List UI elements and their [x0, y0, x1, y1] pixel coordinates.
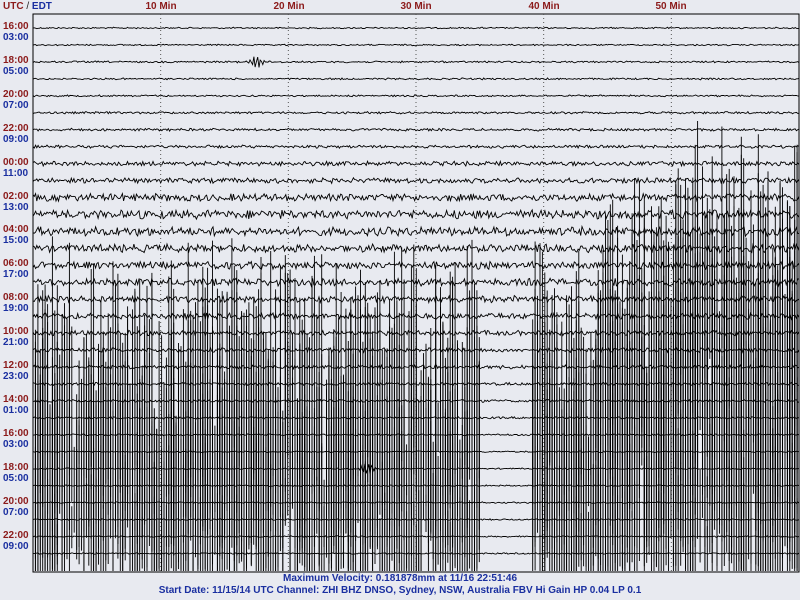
helicorder-frame: UTC / EDT 10 Min 20 Min 30 Min 40 Min 50…: [0, 0, 800, 600]
max-velocity-text: Maximum Velocity: 0.181878mm at 11/16 22…: [282, 573, 518, 584]
utc-hour-label: 16:00: [3, 21, 29, 32]
utc-hour-label: 02:00: [3, 190, 29, 202]
local-hour-label: 17:00: [3, 269, 29, 281]
start-info-text: Start Date: 11/15/14 UTC Channel: ZHI BH…: [158, 585, 642, 596]
minute-label: 20 Min: [273, 1, 305, 12]
local-hour-label: 07:00: [3, 506, 29, 518]
local-hour-label: 09:00: [3, 540, 29, 552]
local-hour-label: 05:00: [3, 472, 29, 484]
seismogram-plot: [32, 13, 800, 573]
local-hour-label: 11:00: [3, 167, 29, 179]
utc-hour-label: 18:00: [3, 54, 29, 66]
utc-hour-label: 14:00: [3, 393, 29, 405]
utc-hour-label: 04:00: [3, 224, 29, 236]
local-hour-label: 03:00: [3, 438, 29, 450]
minute-label: 10 Min: [145, 1, 177, 12]
local-hour-label: 21:00: [3, 337, 29, 349]
utc-hour-label: 00:00: [3, 156, 29, 168]
local-hour-label: 03:00: [3, 32, 29, 43]
utc-hour-label: 22:00: [3, 122, 29, 134]
local-hour-label: 09:00: [3, 133, 29, 145]
utc-hour-label: 18:00: [3, 461, 29, 473]
local-hour-label: 07:00: [3, 99, 29, 111]
local-hour-label: 01:00: [3, 404, 29, 416]
utc-hour-label: 06:00: [3, 258, 29, 270]
minute-label: 50 Min: [655, 1, 687, 12]
local-hour-label: 05:00: [3, 65, 29, 77]
local-hour-label: 19:00: [3, 303, 29, 315]
local-hour-label: 15:00: [3, 235, 29, 247]
utc-header: UTC: [3, 1, 24, 12]
utc-hour-label: 16:00: [3, 427, 29, 439]
local-hour-label: 23:00: [3, 371, 29, 382]
minute-label: 30 Min: [400, 1, 432, 12]
time-header: UTC / EDT: [3, 1, 52, 12]
utc-hour-label: 08:00: [3, 292, 29, 304]
utc-hour-label: 22:00: [3, 529, 29, 541]
local-hour-label: 13:00: [3, 201, 29, 213]
minute-label: 40 Min: [528, 1, 560, 12]
header-separator: /: [26, 1, 30, 12]
utc-hour-label: 12:00: [3, 360, 29, 371]
local-header: EDT: [31, 1, 52, 12]
utc-hour-label: 20:00: [3, 88, 29, 100]
utc-hour-label: 20:00: [3, 495, 29, 507]
utc-hour-label: 10:00: [3, 326, 29, 338]
